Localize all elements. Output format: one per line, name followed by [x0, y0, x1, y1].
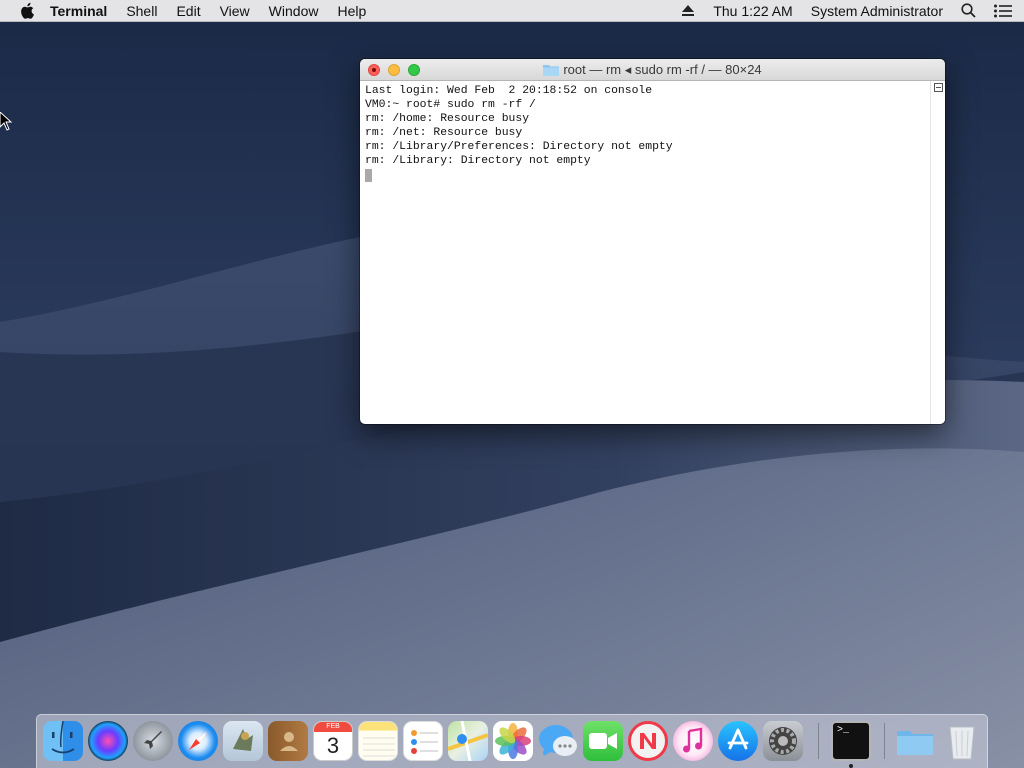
terminal-output[interactable]: Last login: Wed Feb 2 20:18:52 on consol… — [360, 81, 931, 424]
mail-icon[interactable] — [223, 721, 263, 761]
menubar-clock[interactable]: Thu 1:22 AM — [713, 3, 792, 19]
finder-icon[interactable] — [43, 721, 83, 761]
safari-icon[interactable] — [178, 721, 218, 761]
news-icon[interactable] — [628, 721, 668, 761]
reminders-icon[interactable] — [403, 721, 443, 761]
itunes-icon[interactable] — [673, 721, 713, 761]
apple-menu-icon[interactable] — [20, 2, 36, 20]
menu-window[interactable]: Window — [269, 3, 319, 19]
app-menu-terminal[interactable]: Terminal — [50, 3, 107, 19]
downloads-folder-icon[interactable] — [895, 721, 935, 761]
terminal-icon-prompt: >_ — [837, 725, 850, 736]
siri-icon[interactable] — [88, 721, 128, 761]
menu-view[interactable]: View — [220, 3, 250, 19]
notes-icon[interactable] — [358, 721, 398, 761]
text-cursor — [365, 169, 372, 182]
terminal-line: VM0:~ root# sudo rm -rf / — [365, 99, 536, 111]
spotlight-search-icon[interactable] — [961, 3, 976, 18]
maximize-button[interactable] — [408, 64, 420, 76]
contacts-icon[interactable] — [268, 721, 308, 761]
notification-center-icon[interactable] — [994, 4, 1012, 18]
maps-icon[interactable] — [448, 721, 488, 761]
dock-separator — [818, 723, 819, 759]
dock: FEB 3 >_ — [36, 714, 988, 768]
scroll-gutter[interactable] — [930, 81, 945, 424]
minimize-button[interactable] — [388, 64, 400, 76]
terminal-line: rm: /Library/Preferences: Directory not … — [365, 141, 673, 153]
terminal-line: Last login: Wed Feb 2 20:18:52 on consol… — [365, 85, 653, 97]
mouse-pointer-icon — [0, 112, 12, 131]
dock-separator — [884, 723, 885, 759]
menu-edit[interactable]: Edit — [176, 3, 200, 19]
terminal-icon[interactable]: >_ — [831, 721, 871, 761]
calendar-month: FEB — [314, 722, 352, 732]
launchpad-icon[interactable] — [133, 721, 173, 761]
system-preferences-icon[interactable] — [763, 721, 803, 761]
window-titlebar[interactable]: root — rm ◂ sudo rm -rf / — 80×24 — [360, 59, 945, 81]
close-button[interactable] — [368, 64, 380, 76]
terminal-line: rm: /home: Resource busy — [365, 113, 530, 125]
menubar-user[interactable]: System Administrator — [811, 3, 943, 19]
photos-icon[interactable] — [493, 721, 533, 761]
app-store-icon[interactable] — [718, 721, 758, 761]
eject-icon[interactable] — [681, 4, 695, 17]
folder-icon — [543, 64, 560, 76]
calendar-day: 3 — [326, 733, 340, 758]
menu-help[interactable]: Help — [337, 3, 366, 19]
facetime-icon[interactable] — [583, 721, 623, 761]
terminal-window[interactable]: root — rm ◂ sudo rm -rf / — 80×24 Last l… — [360, 59, 945, 424]
window-title: root — rm ◂ sudo rm -rf / — 80×24 — [563, 61, 762, 77]
terminal-running-indicator — [849, 764, 853, 768]
terminal-line: rm: /Library: Directory not empty — [365, 155, 591, 167]
messages-icon[interactable] — [538, 721, 578, 761]
split-pane-icon[interactable] — [934, 83, 943, 92]
menu-shell[interactable]: Shell — [126, 3, 157, 19]
trash-icon[interactable] — [942, 721, 982, 761]
terminal-line: rm: /net: Resource busy — [365, 127, 523, 139]
menu-bar: Terminal Shell Edit View Window Help Thu… — [0, 0, 1024, 22]
calendar-icon[interactable]: FEB 3 — [313, 721, 353, 761]
